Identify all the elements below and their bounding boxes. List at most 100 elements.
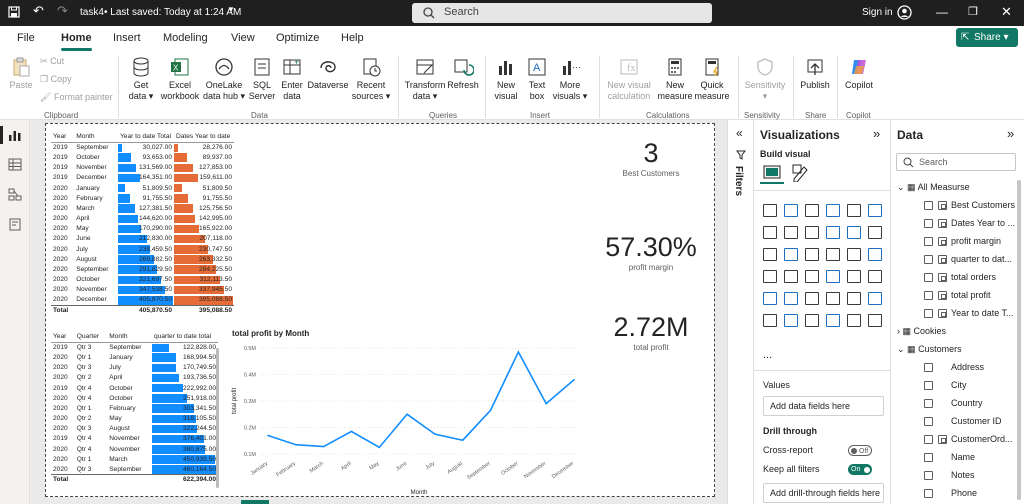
azure-map-visual-icon[interactable]: [784, 270, 798, 283]
line-visual-icon[interactable]: [763, 226, 777, 239]
enter-data-button[interactable]: + Enter data: [278, 56, 306, 102]
copilot-button[interactable]: Copilot: [842, 56, 876, 91]
slicer-visual-icon[interactable]: [763, 292, 777, 305]
scrollbar[interactable]: [216, 348, 219, 488]
100pct-bar-visual-icon[interactable]: [847, 204, 861, 217]
r-visual-visual-icon[interactable]: [826, 292, 840, 305]
column-header[interactable]: Quarter: [74, 332, 108, 343]
data-point[interactable]: [434, 433, 436, 435]
column-header[interactable]: quarter to date total: [152, 332, 218, 343]
undo-icon[interactable]: ↶: [33, 3, 44, 19]
clustered-bar-visual-icon[interactable]: [805, 204, 819, 217]
decomp-tree-visual-icon[interactable]: [763, 314, 777, 327]
onelake-button[interactable]: OneLake data hub ▾: [201, 56, 247, 102]
column-header[interactable]: Year: [51, 132, 75, 143]
recent-sources-button[interactable]: Recent sources ▾: [351, 56, 391, 102]
stacked-bar-visual-icon[interactable]: [763, 204, 777, 217]
publish-button[interactable]: Publish: [798, 56, 832, 91]
field-name[interactable]: Phone: [951, 488, 977, 498]
table-row[interactable]: 2020 Qtr 4 November 380,875.00: [51, 444, 218, 454]
chevron-right-icon[interactable]: »: [1007, 126, 1014, 141]
stacked-area-visual-icon[interactable]: [805, 226, 819, 239]
field-name[interactable]: quarter to dat...: [951, 254, 1012, 264]
chevron-down-icon[interactable]: ⌄: [897, 344, 907, 354]
column-header[interactable]: Month: [74, 132, 118, 143]
minimize-icon[interactable]: —: [936, 5, 948, 19]
new-visual-calculation-button[interactable]: fx New visual calculation: [604, 56, 654, 102]
area-visual-icon[interactable]: [784, 226, 798, 239]
more-visuals-ellipsis[interactable]: ...: [763, 349, 772, 361]
100pct-column-visual-icon[interactable]: [868, 204, 882, 217]
format-visual-icon[interactable]: [792, 164, 808, 182]
table-row[interactable]: 2019 Qtr 3 September 122,828.00: [51, 342, 218, 353]
column-header[interactable]: Year to date Total: [118, 132, 174, 143]
field-name[interactable]: CustomerOrd...: [951, 434, 1013, 444]
field-checkbox[interactable]: [924, 381, 933, 390]
refresh-button[interactable]: Refresh: [446, 56, 480, 91]
chevron-down-icon[interactable]: ▼: [227, 5, 235, 14]
field-checkbox[interactable]: [924, 399, 933, 408]
multi-card-visual-icon[interactable]: [847, 270, 861, 283]
data-point[interactable]: [545, 402, 547, 405]
get-data-button[interactable]: Get data ▾: [124, 56, 158, 102]
field-name[interactable]: Name: [951, 452, 975, 462]
table-visual-icon[interactable]: [784, 292, 798, 305]
keep-filters-toggle[interactable]: On: [848, 464, 872, 475]
model-view-icon[interactable]: [8, 188, 22, 201]
table-row[interactable]: 2019 December 164,351.00 159,611.00: [51, 173, 234, 183]
quick-measure-button[interactable]: Quick measure: [694, 56, 730, 102]
data-point[interactable]: [461, 439, 464, 442]
dataverse-button[interactable]: Dataverse: [306, 56, 350, 91]
chevron-right-icon[interactable]: »: [873, 126, 880, 141]
pie-visual-icon[interactable]: [805, 248, 819, 261]
cross-report-toggle[interactable]: Off: [848, 445, 872, 456]
gauge-visual-icon[interactable]: [805, 270, 819, 283]
table-row[interactable]: 2020 February 91,755.50 91,755.50: [51, 193, 234, 203]
funnel-visual-icon[interactable]: [763, 248, 777, 261]
table-row[interactable]: 2019 November 131,569.00 127,853.00: [51, 163, 234, 173]
scatter-visual-icon[interactable]: [784, 248, 798, 261]
ribbon-visual-icon[interactable]: [847, 226, 861, 239]
field-checkbox[interactable]: [924, 309, 933, 318]
table-row[interactable]: 2020 May 170,290.00 165,922.00: [51, 224, 234, 234]
table-row[interactable]: 2020 January 51,809.50 51,809.50: [51, 183, 234, 193]
treemap-visual-icon[interactable]: [847, 248, 861, 261]
column-header[interactable]: Month: [107, 332, 152, 343]
paginated-visual-icon[interactable]: [826, 314, 840, 327]
menu-modeling[interactable]: Modeling: [163, 32, 208, 44]
card-total-profit[interactable]: 2.72M total profit: [591, 312, 711, 352]
line-chart-total-profit[interactable]: total profit by Month 0.1M 0.2M 0.3M 0.4M 0.5…: [228, 326, 588, 496]
sql-server-button[interactable]: SQL Server: [248, 56, 276, 102]
table-row[interactable]: 2019 September 30,027.00 28,276.00: [51, 142, 234, 153]
table-row[interactable]: 2020 June 212,830.00 207,118.00: [51, 234, 234, 244]
report-view-icon[interactable]: [8, 129, 22, 142]
field-name[interactable]: profit margin: [951, 236, 1001, 246]
data-point[interactable]: [406, 413, 408, 416]
data-point[interactable]: [295, 443, 297, 446]
table-row[interactable]: 2020 September 291,829.50 284,225.50: [51, 264, 234, 274]
table-row[interactable]: 2020 August 269,882.50 263,332.50: [51, 254, 234, 264]
table-row[interactable]: 2020 April 144,620.00 142,995.00: [51, 214, 234, 224]
table-row[interactable]: 2020 Qtr 1 March 450,939.50: [51, 454, 218, 464]
field-name[interactable]: Year to date T...: [951, 308, 1014, 318]
table-row[interactable]: 2020 December 405,870.50 395,088.50: [51, 295, 234, 305]
field-checkbox[interactable]: [924, 273, 933, 282]
table-view-icon[interactable]: [8, 158, 22, 171]
waterfall-visual-icon[interactable]: [868, 226, 882, 239]
share-button[interactable]: ⇱ Share ▾: [956, 28, 1018, 47]
field-name[interactable]: Best Customers: [951, 200, 1015, 210]
close-icon[interactable]: ✕: [1001, 4, 1012, 20]
line-column-visual-icon[interactable]: [826, 226, 840, 239]
field-checkbox[interactable]: [924, 471, 933, 480]
field-checkbox[interactable]: [924, 453, 933, 462]
table-row[interactable]: 2020 March 127,381.50 125,756.50: [51, 203, 234, 213]
table-row[interactable]: 2020 Qtr 3 September 460,164.50: [51, 464, 218, 474]
menu-help[interactable]: Help: [341, 32, 364, 44]
dax-query-view-icon[interactable]: [8, 218, 22, 231]
key-influencers-visual-icon[interactable]: [868, 292, 882, 305]
excel-workbook-button[interactable]: X Excel workbook: [160, 56, 200, 102]
stacked-column-visual-icon[interactable]: [784, 204, 798, 217]
table-row[interactable]: 2019 Qtr 4 November 376,401.00: [51, 434, 218, 444]
transform-data-button[interactable]: Transform data ▾: [403, 56, 447, 102]
new-visual-button[interactable]: New visual: [490, 56, 522, 102]
